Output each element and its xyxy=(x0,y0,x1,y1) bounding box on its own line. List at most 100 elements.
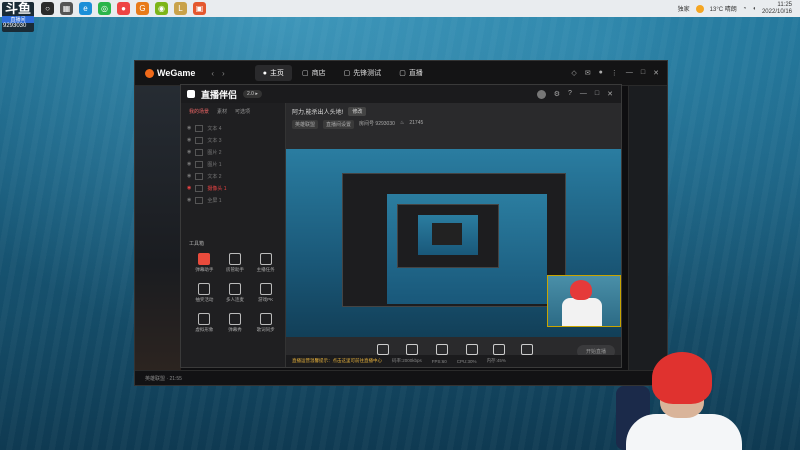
tool-label: 主播任务 xyxy=(256,267,275,272)
tool-item[interactable]: 游戏PK xyxy=(250,283,281,303)
nested-desktop xyxy=(387,194,547,304)
preview-desktop xyxy=(286,149,621,337)
phone-icon xyxy=(436,343,448,355)
scene-row[interactable]: ◉ 摄像头 1 xyxy=(187,182,279,194)
tab-1[interactable]: ▢ 商店 xyxy=(294,65,334,81)
tab-3[interactable]: ▢ 直播 xyxy=(391,65,431,81)
scene-row[interactable]: ◉ 图片 1 xyxy=(187,158,279,170)
tool-item[interactable]: 主播任务 xyxy=(250,253,281,273)
scene-row[interactable]: ◉ 文本 4 xyxy=(187,122,279,134)
nested-window xyxy=(342,173,566,307)
forward-icon[interactable]: › xyxy=(222,69,225,78)
scene-row[interactable]: ◉ 文本 2 xyxy=(187,170,279,182)
eye-icon[interactable]: ◉ xyxy=(187,137,191,143)
edit-title-button[interactable]: 修改 xyxy=(348,107,367,116)
source-icon xyxy=(195,172,204,180)
back-icon[interactable]: ‹ xyxy=(211,69,214,78)
status-warning[interactable]: 直播运营温馨提示：点击这里可前往直播中心 xyxy=(292,358,382,364)
companion-logo: 直播伴侣 xyxy=(201,89,238,100)
facecam-overlay[interactable] xyxy=(547,275,621,327)
status-bar: 直播运营温馨提示：点击这里可前往直播中心 码率:2000kbps FPS:60 CP… xyxy=(286,355,621,367)
maximize-icon[interactable]: □ xyxy=(595,90,599,99)
stream-preview[interactable] xyxy=(286,149,621,337)
right-panel xyxy=(628,86,667,385)
tool-item[interactable]: 房管助手 xyxy=(220,253,251,273)
status-item: 内存:45% xyxy=(486,358,506,363)
scene-row[interactable]: ◉ 图片 2 xyxy=(187,146,279,158)
scene-row[interactable]: ◉ 文本 3 xyxy=(187,134,279,146)
panel-tab-1[interactable]: 素材 xyxy=(217,108,227,115)
room-id: 9293030 xyxy=(3,23,27,29)
avatar[interactable] xyxy=(536,89,546,99)
menu-icon[interactable]: ⋮ xyxy=(611,69,618,77)
eye-icon[interactable]: ◉ xyxy=(187,149,191,155)
start-icon[interactable]: ○ xyxy=(41,2,54,15)
user-avatar-icon[interactable]: ● xyxy=(599,69,603,77)
eye-icon[interactable]: ◉ xyxy=(187,173,191,179)
speaker-icon xyxy=(520,343,533,355)
tool-item[interactable]: 歌词同步 xyxy=(250,313,281,333)
tool-item[interactable]: 多人连麦 xyxy=(220,283,251,303)
scene-row[interactable]: ◉ 全屏 1 xyxy=(187,194,279,206)
help-icon[interactable]: ? xyxy=(568,90,572,99)
viewer-count: 21745 xyxy=(409,120,424,126)
tool-item[interactable]: 弹幕秀 xyxy=(220,313,251,333)
tool-label: 虚拟形象 xyxy=(195,327,214,332)
message-icon[interactable]: ✉ xyxy=(585,69,591,77)
scene-panel: 我的场景 素材 可选项 ◉ 文本 4 ◉ 文本 3 ◉ 图片 2 ◉ 图片 1 ◉ 文本 2 ◉ 摄像头 … xyxy=(181,103,286,367)
mic-icon xyxy=(493,343,506,355)
screen-icon xyxy=(376,343,389,355)
panel-tab-0[interactable]: 我的场景 xyxy=(189,108,209,115)
eye-icon[interactable]: ◉ xyxy=(187,125,191,131)
tray-label[interactable]: 独家 xyxy=(678,4,690,13)
volume-icon[interactable]: ◖ xyxy=(752,6,756,12)
eye-icon[interactable]: ◉ xyxy=(187,197,191,203)
weather-text[interactable]: 13°C 晴朗 xyxy=(710,4,737,13)
panel-tab-2[interactable]: 可选项 xyxy=(235,108,250,115)
tool-label: 游戏PK xyxy=(258,297,274,302)
room-settings-chip[interactable]: 直播间设置 xyxy=(323,120,355,129)
live-app-icon[interactable]: ▣ xyxy=(193,2,206,15)
wechat-icon[interactable]: ◎ xyxy=(98,2,111,15)
settings-icon[interactable]: ⚙ xyxy=(554,90,560,99)
tab-0[interactable]: ● 主页 xyxy=(254,65,292,81)
tab-2[interactable]: ▢ 先锋测试 xyxy=(336,65,390,81)
lol-icon[interactable]: L xyxy=(174,2,187,15)
close-icon[interactable]: ✕ xyxy=(653,69,659,77)
facecam-body xyxy=(562,298,602,326)
eye-icon[interactable]: ◉ xyxy=(187,185,191,191)
companion-main: 阿力,能杀出人头地! 修改 英雄联盟 直播间设置 房间号 9293030 ♨ 2… xyxy=(286,103,621,367)
skin-icon[interactable]: ◇ xyxy=(571,69,576,77)
tab-label: 先锋测试 xyxy=(353,70,382,77)
chrome-icon[interactable]: ● xyxy=(117,2,130,15)
scene-label: 图片 2 xyxy=(207,149,222,156)
edge-icon[interactable]: e xyxy=(79,2,92,15)
network-icon[interactable]: ◔ xyxy=(743,6,747,12)
scene-label: 全屏 1 xyxy=(207,197,222,204)
douyu-logo: 斗鱼 xyxy=(4,1,31,16)
taskview-icon[interactable]: ▦ xyxy=(60,2,73,15)
tool-label: 房管助手 xyxy=(225,267,244,272)
store-icon: ▢ xyxy=(301,70,309,77)
companion-header: 直播伴侣 2.0 ▸ ⚙ ? — □ ✕ xyxy=(181,85,621,104)
minimize-icon[interactable]: — xyxy=(626,69,633,77)
green-app-icon[interactable]: ◉ xyxy=(155,2,168,15)
weather-icon[interactable] xyxy=(695,4,704,13)
status-item: 码率:2000kbps xyxy=(392,358,422,363)
eye-icon[interactable]: ◉ xyxy=(187,161,191,167)
category-chip[interactable]: 英雄联盟 xyxy=(292,120,319,129)
wegame-icon[interactable]: G xyxy=(136,2,149,15)
tool-icon xyxy=(198,253,211,265)
streamer-tag: 直播间 xyxy=(2,16,34,23)
close-icon[interactable]: ✕ xyxy=(607,90,613,99)
scene-label: 图片 1 xyxy=(207,161,222,168)
status-item: CPU:30% xyxy=(456,358,477,364)
clock[interactable]: 11:25 2022/10/16 xyxy=(762,2,792,16)
home-icon: ● xyxy=(262,69,267,77)
maximize-icon[interactable]: □ xyxy=(641,69,645,77)
minimize-icon[interactable]: — xyxy=(580,90,587,99)
tool-item[interactable]: 虚拟形象 xyxy=(189,313,220,333)
tool-item[interactable]: 抽奖活动 xyxy=(189,283,220,303)
version-badge[interactable]: 2.0 ▸ xyxy=(243,90,262,98)
tool-item[interactable]: 弹幕助手 xyxy=(189,253,220,273)
